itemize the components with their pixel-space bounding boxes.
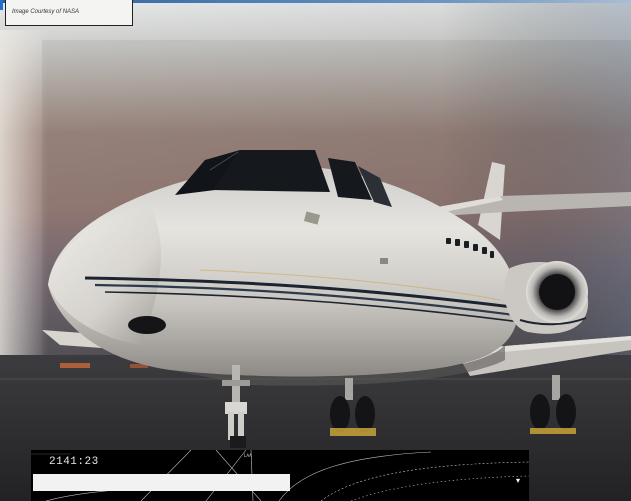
playhead-marker[interactable]: ▾ xyxy=(516,476,520,485)
image-credit-text: Image Courtesy of NASA xyxy=(12,9,80,15)
viewer-stage: Image Courtesy of NASA LAA 2141:23 ▾ xyxy=(0,0,631,501)
panel-small-label: LAA xyxy=(244,453,252,458)
left-edge-marker xyxy=(0,0,3,10)
clock-readout: 2141:23 xyxy=(49,456,99,468)
instrument-panel: LAA 2141:23 ▾ xyxy=(31,450,529,501)
progress-fill xyxy=(33,474,290,491)
aircraft-photo xyxy=(0,0,631,501)
progress-bar[interactable] xyxy=(33,474,527,491)
image-credit-box: Image Courtesy of NASA xyxy=(5,0,133,26)
